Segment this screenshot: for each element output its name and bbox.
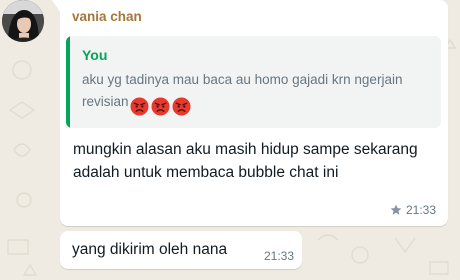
message-text: mungkin alasan aku masih hidup sampe sek…: [73, 141, 418, 181]
message-bubble[interactable]: vania chan You aku yg tadinya mau baca a…: [52, 0, 448, 226]
message-bubble-second[interactable]: yang dikirim oleh nana 21:33: [60, 231, 302, 269]
message-time: 21:33: [405, 203, 436, 217]
quote-emojis: [130, 95, 193, 117]
message-meta: 21:33: [390, 203, 436, 217]
angry-face-icon: [151, 97, 170, 116]
angry-face-icon: [130, 97, 149, 116]
message-time: 21:33: [263, 249, 294, 263]
quoted-message[interactable]: You aku yg tadinya mau baca au homo gaja…: [66, 36, 441, 128]
quote-text-block: aku yg tadinya mau baca au homo gajadi k…: [82, 69, 432, 117]
angry-face-icon: [172, 97, 191, 116]
bubble-tail: [52, 0, 60, 12]
star-icon: [390, 204, 402, 215]
message-text: yang dikirim oleh nana: [72, 241, 228, 258]
avatar[interactable]: [2, 0, 44, 42]
quote-accent-bar: [66, 36, 70, 128]
sender-name[interactable]: vania chan: [72, 9, 142, 24]
profile-photo-icon: [2, 0, 44, 42]
quote-author: You: [82, 47, 108, 63]
